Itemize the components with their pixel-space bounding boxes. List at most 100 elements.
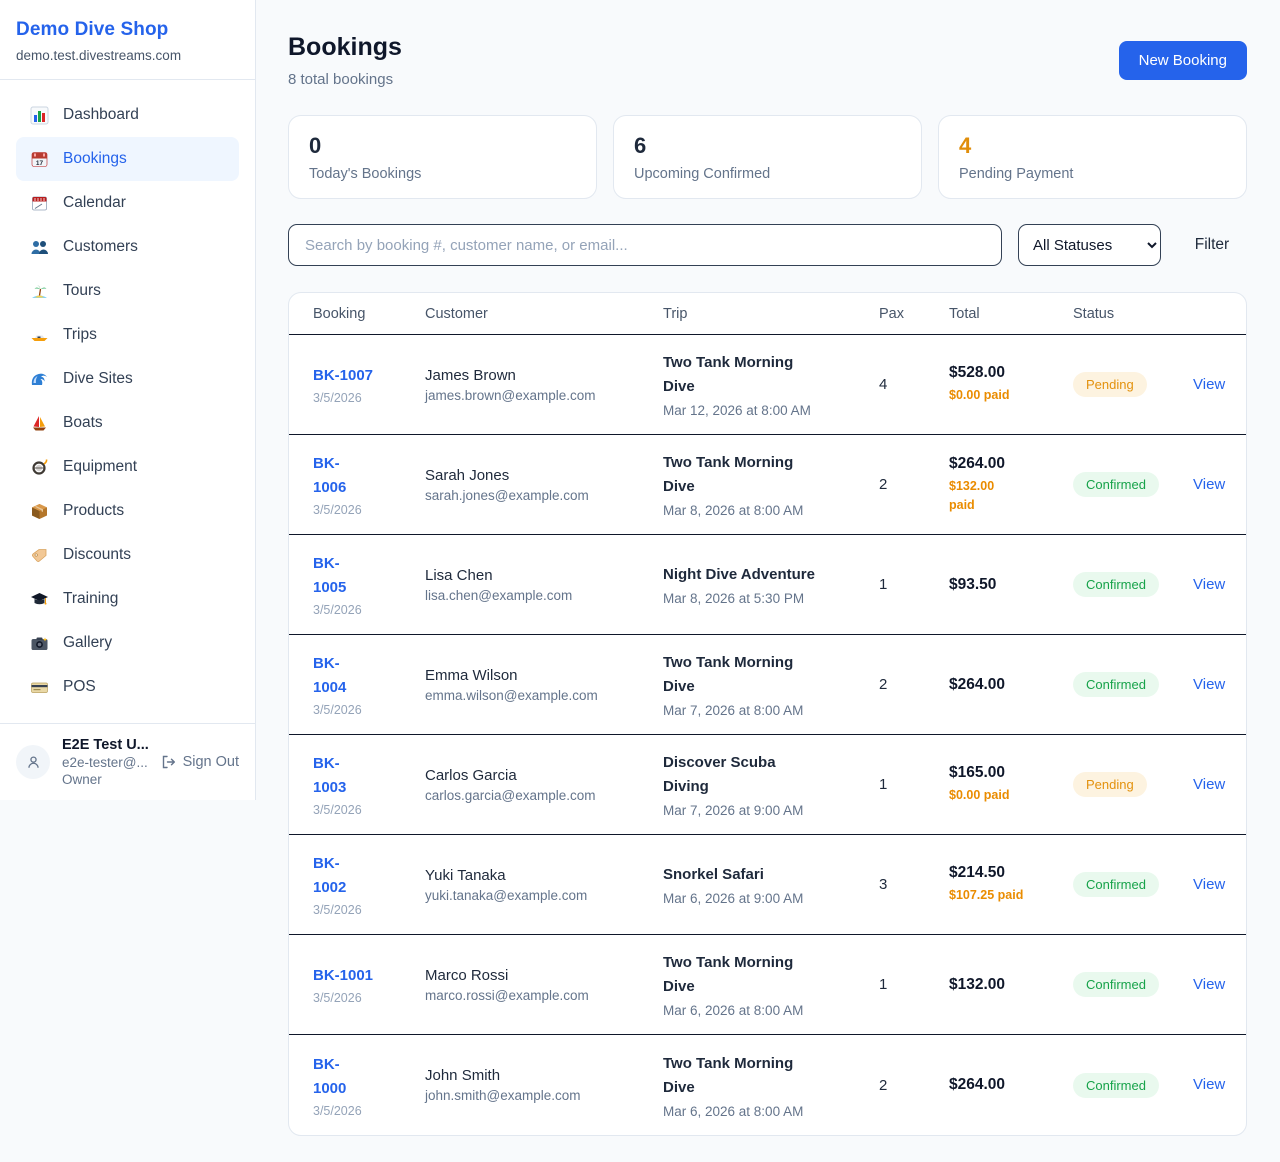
user-block: E2E Test U... e2e-tester@... Owner Sign … — [0, 723, 255, 800]
booking-cell: BK-1006 3/5/2026 — [313, 452, 425, 517]
booking-id-link[interactable]: BK-1006 — [313, 452, 346, 500]
booking-cell: BK-1004 3/5/2026 — [313, 652, 425, 717]
new-booking-button[interactable]: New Booking — [1119, 41, 1247, 80]
sidebar-item-label: Tours — [63, 282, 101, 300]
sidebar-item-pos[interactable]: POS — [16, 665, 239, 709]
sidebar-item-bookings[interactable]: 17 Bookings — [16, 137, 239, 181]
booking-id-link[interactable]: BK-1004 — [313, 652, 346, 700]
booking-id-link[interactable]: BK-1000 — [313, 1053, 346, 1101]
logout-icon — [160, 754, 176, 770]
customer-cell: Yuki Tanaka yuki.tanaka@example.com — [425, 867, 663, 903]
view-link[interactable]: View — [1193, 676, 1225, 693]
total-amount: $528.00 — [949, 364, 1073, 382]
status-badge: Pending — [1073, 372, 1147, 397]
booking-cell: BK-1003 3/5/2026 — [313, 752, 425, 817]
actions-cell: View — [1193, 976, 1226, 994]
actions-cell: View — [1193, 1076, 1226, 1094]
amount-paid: $132.00paid — [949, 477, 1073, 515]
sidebar-item-dive-sites[interactable]: Dive Sites — [16, 357, 239, 401]
sidebar-item-products[interactable]: Products — [16, 489, 239, 533]
sidebar-item-gallery[interactable]: Gallery — [16, 621, 239, 665]
filter-button[interactable]: Filter — [1177, 236, 1247, 254]
sidebar-item-label: Calendar — [63, 194, 126, 212]
view-link[interactable]: View — [1193, 376, 1225, 393]
sidebar-item-label: Boats — [63, 414, 103, 432]
sidebar-item-customers[interactable]: Customers — [16, 225, 239, 269]
sidebar-item-trips[interactable]: Trips — [16, 313, 239, 357]
table-row[interactable]: BK-1001 3/5/2026 Marco Rossi marco.rossi… — [289, 935, 1246, 1035]
booking-cell: BK-1001 3/5/2026 — [313, 964, 425, 1005]
actions-cell: View — [1193, 776, 1226, 794]
table-row[interactable]: BK-1007 3/5/2026 James Brown james.brown… — [289, 335, 1246, 435]
status-badge: Confirmed — [1073, 672, 1159, 697]
amount-paid: $0.00 paid — [949, 386, 1073, 405]
booking-date: 3/5/2026 — [313, 703, 425, 717]
booking-date: 3/5/2026 — [313, 803, 425, 817]
status-badge: Pending — [1073, 772, 1147, 797]
booking-cell: BK-1000 3/5/2026 — [313, 1053, 425, 1118]
booking-id-link[interactable]: BK-1003 — [313, 752, 346, 800]
table-row[interactable]: BK-1000 3/5/2026 John Smith john.smith@e… — [289, 1035, 1246, 1135]
sidebar-item-equipment[interactable]: Equipment — [16, 445, 239, 489]
sign-out-button[interactable]: Sign Out — [160, 754, 239, 770]
status-badge: Confirmed — [1073, 572, 1159, 597]
view-link[interactable]: View — [1193, 876, 1225, 893]
trip-name: Two Tank MorningDive — [663, 1052, 879, 1100]
table-row[interactable]: BK-1006 3/5/2026 Sarah Jones sarah.jones… — [289, 435, 1246, 535]
actions-cell: View — [1193, 676, 1226, 694]
main-content: Bookings 8 total bookings New Booking 0 … — [256, 0, 1280, 1136]
trip-cell: Two Tank MorningDive Mar 6, 2026 at 8:00… — [663, 951, 879, 1018]
view-link[interactable]: View — [1193, 476, 1225, 493]
camera-icon — [30, 634, 49, 653]
table-header-row: Booking Customer Trip Pax Total Status — [289, 293, 1246, 335]
trip-cell: Snorkel Safari Mar 6, 2026 at 9:00 AM — [663, 863, 879, 906]
user-name: E2E Test U... — [62, 737, 148, 753]
customer-email: emma.wilson@example.com — [425, 688, 663, 703]
brand-block: Demo Dive Shop demo.test.divestreams.com — [0, 0, 255, 80]
sidebar-item-dashboard[interactable]: Dashboard — [16, 93, 239, 137]
view-link[interactable]: View — [1193, 976, 1225, 993]
amount-paid: $0.00 paid — [949, 786, 1073, 805]
booking-date: 3/5/2026 — [313, 903, 425, 917]
status-filter-select[interactable]: All Statuses — [1018, 224, 1161, 266]
sidebar-item-tours[interactable]: Tours — [16, 269, 239, 313]
table-row[interactable]: BK-1004 3/5/2026 Emma Wilson emma.wilson… — [289, 635, 1246, 735]
actions-cell: View — [1193, 876, 1226, 894]
trip-name: Two Tank MorningDive — [663, 951, 879, 999]
booking-id-link[interactable]: BK-1001 — [313, 964, 373, 988]
view-link[interactable]: View — [1193, 576, 1225, 593]
table-row[interactable]: BK-1002 3/5/2026 Yuki Tanaka yuki.tanaka… — [289, 835, 1246, 935]
sidebar-item-label: Training — [63, 590, 118, 608]
sidebar-item-boats[interactable]: Boats — [16, 401, 239, 445]
pax-count: 2 — [879, 676, 949, 693]
user-role: Owner — [62, 772, 148, 787]
customer-name: John Smith — [425, 1067, 663, 1084]
svg-text:17: 17 — [36, 160, 44, 167]
customer-name: Sarah Jones — [425, 467, 663, 484]
view-link[interactable]: View — [1193, 776, 1225, 793]
search-input[interactable] — [288, 224, 1002, 266]
column-header-status: Status — [1073, 306, 1193, 322]
status-badge: Confirmed — [1073, 872, 1159, 897]
column-header-booking: Booking — [313, 306, 425, 322]
trip-datetime: Mar 6, 2026 at 8:00 AM — [663, 1104, 879, 1119]
booking-id-link[interactable]: BK-1002 — [313, 852, 346, 900]
sidebar-item-discounts[interactable]: Discounts — [16, 533, 239, 577]
sidebar-item-calendar[interactable]: Calendar — [16, 181, 239, 225]
sidebar: Demo Dive Shop demo.test.divestreams.com… — [0, 0, 256, 800]
table-row[interactable]: BK-1005 3/5/2026 Lisa Chen lisa.chen@exa… — [289, 535, 1246, 635]
booking-date: 3/5/2026 — [313, 603, 425, 617]
sidebar-item-training[interactable]: Training — [16, 577, 239, 621]
trip-name: Snorkel Safari — [663, 863, 879, 887]
booking-id-link[interactable]: BK-1005 — [313, 552, 346, 600]
view-link[interactable]: View — [1193, 1076, 1225, 1093]
table-row[interactable]: BK-1003 3/5/2026 Carlos Garcia carlos.ga… — [289, 735, 1246, 835]
booking-id-link[interactable]: BK-1007 — [313, 364, 373, 388]
bookings-table: Booking Customer Trip Pax Total Status B… — [288, 292, 1247, 1136]
sidebar-item-label: Equipment — [63, 458, 137, 476]
trip-name: Two Tank MorningDive — [663, 651, 879, 699]
package-icon — [30, 502, 49, 521]
sidebar-item-label: Bookings — [63, 150, 127, 168]
trip-cell: Two Tank MorningDive Mar 6, 2026 at 8:00… — [663, 1052, 879, 1119]
speedboat-icon — [30, 326, 49, 345]
